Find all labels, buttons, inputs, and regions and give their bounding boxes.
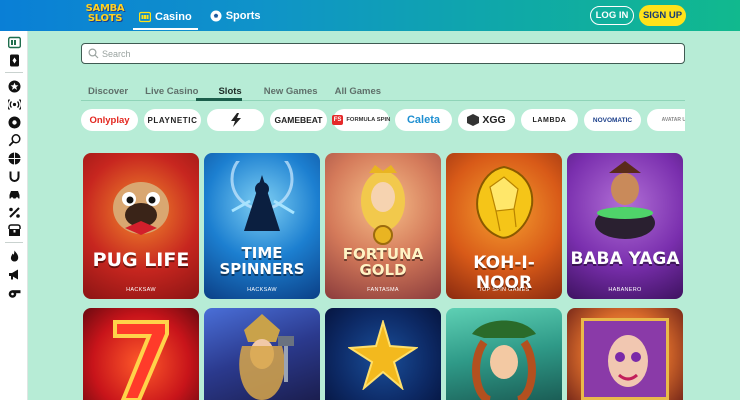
provider-lightning[interactable] (207, 109, 264, 131)
provider-lambda[interactable]: LAMBDA (521, 109, 578, 131)
game-card-fortuna-gold[interactable]: FORTUNA GOLD FANTASMA (325, 153, 441, 299)
provider-onlyplay[interactable]: Onlyplay (81, 109, 138, 131)
provider-gamebeat[interactable]: GAMEBEAT (270, 109, 327, 131)
car-icon[interactable] (7, 187, 21, 201)
nav-casino[interactable]: Casino (133, 5, 198, 30)
game-title: PUG LIFE (92, 249, 190, 271)
active-tab-indicator (196, 98, 242, 101)
esports-icon[interactable] (7, 205, 21, 219)
treasure-chest-icon[interactable] (7, 223, 21, 237)
game-title: FORTUNA GOLD (342, 245, 424, 279)
live-broadcast-icon[interactable] (7, 97, 21, 111)
diamond-gem-icon (476, 165, 534, 239)
leprechaun-woman-icon (472, 320, 536, 400)
gold-star-icon (348, 320, 418, 390)
provider-avatar-ux[interactable]: AVATAR UX (647, 109, 685, 131)
game-card-dia-de-muertos[interactable] (567, 308, 683, 400)
cards-icon[interactable] (7, 53, 21, 67)
game-title: TIME SPINNERS (219, 244, 305, 278)
game-title: BABA YAGA (570, 249, 680, 269)
search-input[interactable]: Search (81, 43, 685, 64)
tab-discover[interactable]: Discover (88, 86, 128, 100)
tennis-icon[interactable] (7, 133, 21, 147)
warrior-character-icon (239, 314, 294, 400)
left-sidebar (0, 31, 28, 400)
game-provider: TOP SPIN GAMES (478, 287, 530, 293)
tab-new-games[interactable]: New Games (264, 86, 318, 100)
basketball-icon[interactable] (7, 151, 21, 165)
flame-icon[interactable] (7, 249, 21, 263)
signup-button[interactable]: SIGN UP (639, 5, 686, 26)
horseshoe-icon[interactable] (7, 169, 21, 183)
login-button[interactable]: LOG IN (590, 6, 634, 25)
provider-strip: Onlyplay PLAYNETIC GAMEBEAT FS FORMULA S… (81, 109, 685, 131)
sugar-skull-face-icon (608, 335, 648, 387)
star-badge-icon[interactable] (7, 79, 21, 93)
game-card-starlight[interactable] (325, 308, 441, 400)
game-provider: FANTASMA (367, 287, 399, 293)
game-provider: HACKSAW (247, 287, 277, 293)
game-card-baba-yaga[interactable]: BABA YAGA HABANERO (567, 153, 683, 299)
game-card-lucky-seven[interactable] (83, 308, 199, 400)
portrait-frame (581, 318, 669, 400)
category-tabs: Discover Live Casino Slots New Games All… (88, 86, 398, 100)
game-provider: HABANERO (608, 287, 642, 293)
casino-icon[interactable] (7, 35, 21, 49)
search-placeholder: Search (102, 48, 131, 59)
pug-character-icon (113, 182, 169, 235)
whistle-icon[interactable] (7, 285, 21, 299)
xgg-logo-icon (467, 114, 480, 126)
provider-caleta[interactable]: Caleta (395, 109, 452, 131)
nav-sports-label: Sports (225, 9, 261, 22)
formula-spin-badge-icon: FS (331, 115, 344, 125)
game-card-pug-life[interactable]: PUG LIFE HACKSAW (83, 153, 199, 299)
provider-formula-spin[interactable]: FS FORMULA SPIN (331, 109, 390, 131)
top-nav: Casino Sports (133, 0, 267, 31)
provider-xgg[interactable]: XGG (458, 109, 515, 131)
game-card-irish-lady[interactable] (446, 308, 562, 400)
game-provider: HACKSAW (126, 287, 156, 293)
seven-symbol-icon (113, 320, 169, 400)
tabs-divider (81, 100, 685, 101)
casino-icon (139, 11, 151, 22)
tab-all-games[interactable]: All Games (335, 86, 381, 100)
provider-novomatic[interactable]: NOVOMATIC (584, 109, 641, 131)
lightning-logo-icon (230, 113, 241, 127)
samba-slots-logo[interactable]: SAMBA SLOTS (82, 4, 128, 27)
goddess-character-icon (361, 165, 405, 245)
provider-playnetic[interactable]: PLAYNETIC (144, 109, 201, 131)
nav-sports[interactable]: Sports (204, 0, 267, 31)
game-card-valkyrie[interactable] (204, 308, 320, 400)
game-card-koh-i-noor[interactable]: KOH-I-NOOR TOP SPIN GAMES (446, 153, 562, 299)
tab-live-casino[interactable]: Live Casino (145, 86, 198, 100)
sports-ball-icon (210, 10, 222, 21)
clock-wizard-icon (230, 161, 295, 231)
game-card-time-spinners[interactable]: TIME SPINNERS HACKSAW (204, 153, 320, 299)
nav-casino-label: Casino (155, 10, 192, 23)
megaphone-icon[interactable] (7, 267, 21, 281)
witch-cauldron-icon (595, 161, 655, 239)
top-bar: SAMBA SLOTS Casino Sports LOG IN SIGN UP (0, 0, 740, 31)
football-icon[interactable] (7, 115, 21, 129)
search-icon (88, 48, 99, 59)
